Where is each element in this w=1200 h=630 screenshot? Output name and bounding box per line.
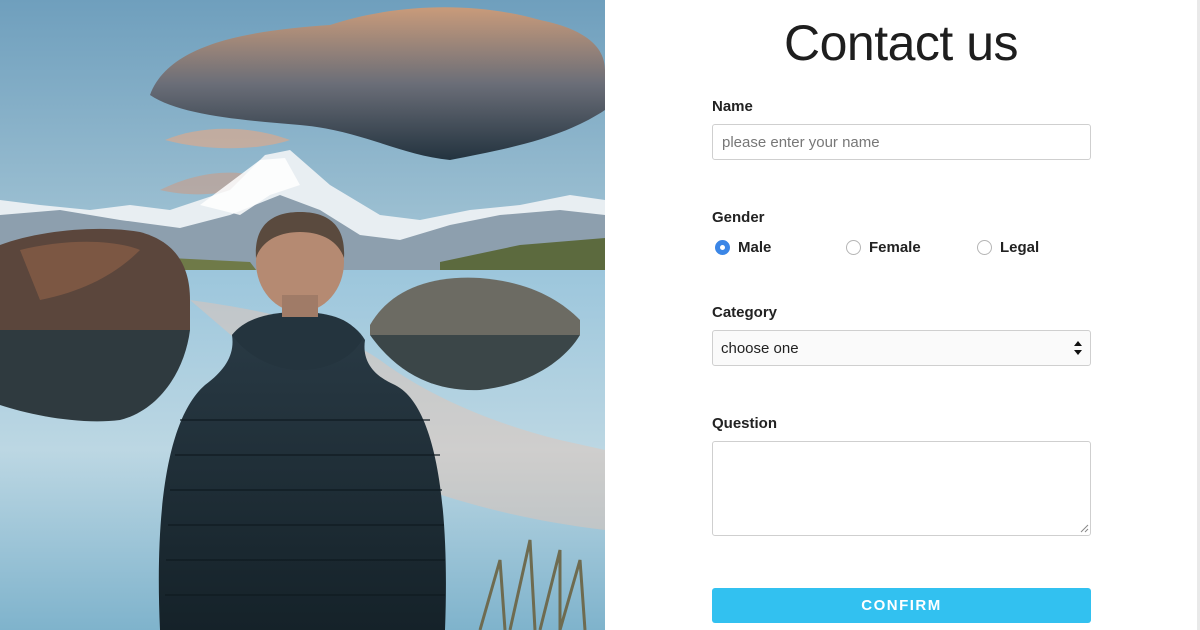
radio-unchecked-icon (846, 240, 861, 255)
gender-option-label: Female (869, 239, 921, 256)
category-selected-value: choose one (721, 339, 799, 357)
hero-photo (0, 0, 605, 630)
name-input[interactable] (712, 124, 1091, 160)
name-label: Name (712, 98, 753, 115)
gender-radio-male[interactable]: Male (715, 239, 771, 256)
category-label: Category (712, 304, 778, 321)
radio-checked-icon (715, 240, 730, 255)
resize-grip-icon[interactable] (1080, 524, 1089, 533)
gender-radio-legal[interactable]: Legal (977, 239, 1039, 256)
gender-radio-female[interactable]: Female (846, 239, 921, 256)
category-select[interactable]: choose one (712, 330, 1091, 366)
gender-label: Gender (712, 209, 765, 226)
page-title: Contact us (783, 15, 1019, 71)
gender-option-label: Legal (1000, 239, 1040, 256)
question-textarea[interactable] (712, 441, 1091, 536)
radio-unchecked-icon (977, 240, 992, 255)
gender-option-label: Male (738, 239, 772, 256)
confirm-button[interactable]: CONFIRM (712, 588, 1091, 623)
select-arrows-icon (1074, 341, 1082, 355)
question-label: Question (712, 415, 778, 432)
